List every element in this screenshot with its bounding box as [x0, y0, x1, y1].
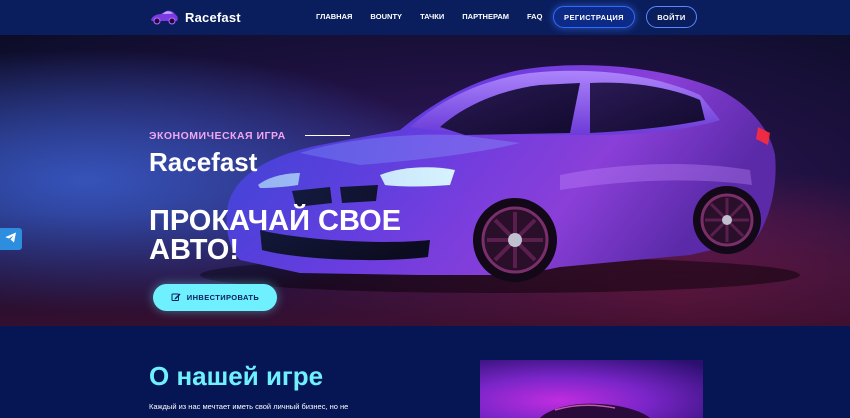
- eyebrow-divider: [305, 135, 350, 136]
- car-logo-icon: [149, 9, 179, 25]
- edit-icon: [171, 292, 181, 304]
- register-button[interactable]: РЕГИСТРАЦИЯ: [553, 6, 635, 28]
- telegram-button[interactable]: [0, 228, 22, 250]
- nav-home[interactable]: Главная: [316, 12, 352, 21]
- hero-car-image: [0, 35, 850, 326]
- site-header: Racefast Главная BOUNTY Тачки Партнерам …: [0, 0, 850, 35]
- nav-faq[interactable]: FAQ: [527, 12, 542, 21]
- hero-eyebrow: ЭКОНОМИЧЕСКАЯ ИГРА: [149, 130, 286, 142]
- hero-section: ЭКОНОМИЧЕСКАЯ ИГРА Racefast ПРОКАЧАЙ СВО…: [0, 35, 850, 326]
- hero-title: Racefast: [149, 147, 258, 177]
- hero-tagline: ПРОКАЧАЙ СВОЕ АВТО!: [149, 205, 402, 266]
- main-nav: Главная BOUNTY Тачки Партнерам FAQ: [316, 12, 560, 21]
- about-text: Каждый из нас мечтает иметь свой личный …: [149, 402, 349, 411]
- about-car-image: [480, 360, 703, 418]
- about-title: О нашей игре: [149, 361, 324, 391]
- invest-button-label: ИНВЕСТИРОВАТЬ: [186, 293, 260, 302]
- nav-partners[interactable]: Партнерам: [462, 12, 509, 21]
- nav-bounty[interactable]: BOUNTY: [370, 12, 402, 21]
- nav-cars[interactable]: Тачки: [420, 12, 444, 21]
- brand-name: Racefast: [185, 9, 241, 25]
- invest-button[interactable]: ИНВЕСТИРОВАТЬ: [153, 284, 277, 311]
- telegram-icon: [5, 230, 17, 248]
- logo[interactable]: Racefast: [149, 7, 241, 27]
- login-button[interactable]: ВОЙТИ: [646, 6, 697, 28]
- about-section: О нашей игре Каждый из нас мечтает иметь…: [0, 326, 850, 418]
